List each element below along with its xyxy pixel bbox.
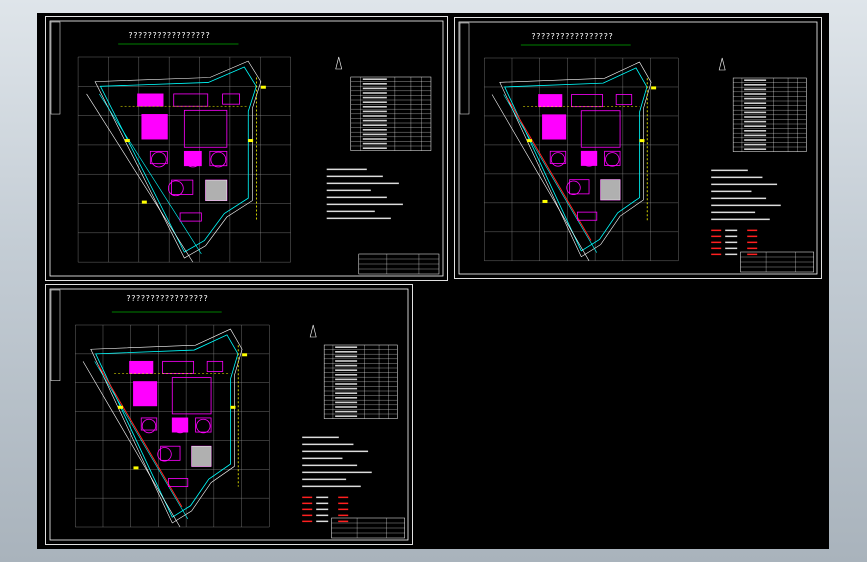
drawing-sheet-2[interactable]: ?????????????????: [454, 17, 822, 279]
drawing-sheet-1[interactable]: ?????????????????: [45, 16, 448, 281]
drawing-sheet-3[interactable]: ?????????????????: [45, 284, 413, 545]
site-plan-drawing: [49, 288, 409, 541]
site-plan-drawing: [49, 20, 444, 277]
site-plan-drawing: [458, 21, 818, 275]
cad-model-space[interactable]: ????????????????? ????????????????? ????…: [37, 13, 829, 549]
